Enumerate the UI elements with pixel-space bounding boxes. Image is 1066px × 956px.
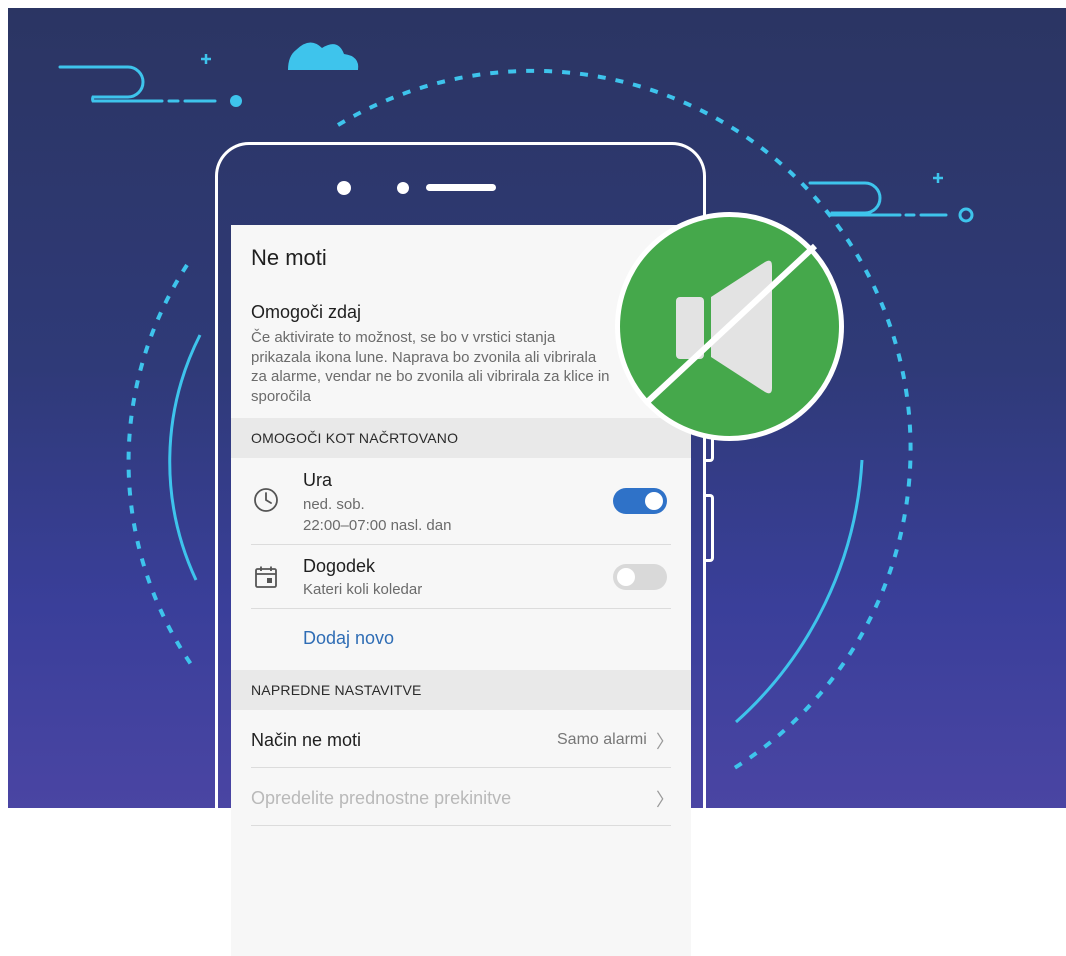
solid-arc-left	[168, 334, 202, 581]
dot-left	[230, 95, 242, 107]
ring-right	[958, 207, 974, 223]
chevron-right-icon: 〉	[656, 732, 674, 752]
add-new-link[interactable]: Dodaj novo	[303, 628, 394, 649]
mode-value: Samo alarmi	[557, 731, 647, 748]
rule-title: Ura	[303, 470, 333, 490]
squiggle-left	[58, 65, 217, 103]
cloud-icon	[288, 42, 359, 70]
plus-right	[933, 173, 943, 183]
toggle-knob	[645, 492, 663, 510]
rule-days: ned. sob.	[303, 496, 365, 513]
chevron-right-icon: 〉	[656, 790, 674, 810]
page-title: Ne moti	[251, 245, 327, 270]
section-header-label: OMOGOČI KOT NAČRTOVANO	[251, 430, 459, 446]
phone-sensor	[397, 182, 409, 194]
phone-side-button	[704, 494, 714, 562]
rule-event-toggle[interactable]	[613, 564, 667, 590]
section-header-advanced: NAPREDNE NASTAVITVE	[231, 670, 691, 710]
enable-now-description: Če aktivirate to možnost, se bo v vrstic…	[251, 329, 610, 405]
section-header-label: NAPREDNE NASTAVITVE	[251, 682, 422, 698]
mode-label: Način ne moti	[251, 730, 362, 750]
divider	[251, 544, 671, 545]
enable-now-title: Omogoči zdaj	[251, 302, 362, 322]
dashed-arc-left	[126, 263, 197, 672]
calendar-icon	[255, 566, 277, 588]
phone-speaker	[426, 184, 496, 191]
clock-icon	[254, 488, 278, 512]
squiggle-right	[808, 181, 948, 217]
rule-subtitle: Kateri koli koledar	[303, 581, 423, 598]
rule-title: Dogodek	[303, 556, 376, 576]
muted-speaker-icon	[615, 212, 844, 441]
toggle-knob	[617, 568, 635, 586]
plus-left	[201, 54, 211, 64]
phone-camera	[337, 181, 351, 195]
divider	[251, 767, 671, 768]
rule-time-toggle[interactable]	[613, 488, 667, 514]
priority-label: Opredelite prednostne prekinitve	[251, 788, 512, 808]
solid-arc-right	[734, 459, 864, 724]
divider	[251, 825, 671, 826]
rule-time: 22:00–07:00 nasl. dan	[303, 517, 452, 534]
divider	[251, 608, 671, 609]
